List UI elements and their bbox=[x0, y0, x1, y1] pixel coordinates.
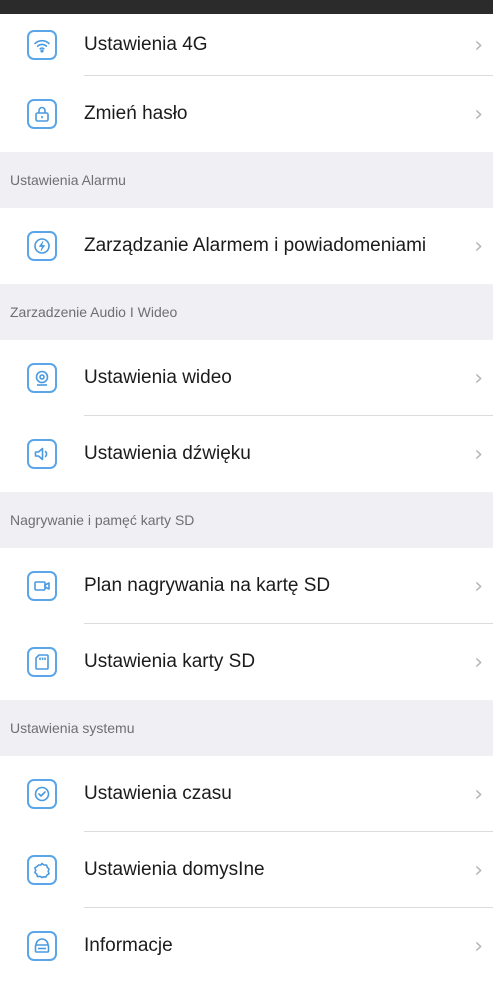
settings-item-sd-recording-plan[interactable]: Plan nagrywania na kartę SD › bbox=[0, 548, 493, 624]
wifi-icon bbox=[27, 30, 57, 60]
chevron-right-icon: › bbox=[474, 649, 483, 675]
settings-item-sd-card[interactable]: Ustawienia karty SD › bbox=[0, 624, 493, 700]
settings-item-label: Plan nagrywania na kartę SD bbox=[84, 575, 331, 596]
recording-group: Plan nagrywania na kartę SD › Ustawienia… bbox=[0, 548, 493, 700]
settings-item-label: Zmień hasło bbox=[84, 103, 188, 124]
chevron-right-icon: › bbox=[474, 101, 483, 127]
chevron-right-icon: › bbox=[474, 32, 483, 58]
camera-icon bbox=[27, 363, 57, 393]
clock-check-icon bbox=[27, 779, 57, 809]
audio-video-group: Ustawienia wideo › Ustawienia dźwięku › bbox=[0, 340, 493, 492]
settings-item-sound[interactable]: Ustawienia dźwięku › bbox=[0, 416, 493, 492]
video-recorder-icon bbox=[27, 571, 57, 601]
chevron-right-icon: › bbox=[474, 857, 483, 883]
alarm-group: Zarządzanie Alarmem i powiadomeniami › bbox=[0, 208, 493, 284]
chevron-right-icon: › bbox=[474, 441, 483, 467]
settings-item-alarm-management[interactable]: Zarządzanie Alarmem i powiadomeniami › bbox=[0, 208, 493, 284]
settings-item-label: Ustawienia wideo bbox=[84, 367, 232, 388]
status-bar bbox=[0, 0, 493, 14]
network-group: Ustawienia 4G › Zmień hasło › bbox=[0, 14, 493, 152]
settings-item-time[interactable]: Ustawienia czasu › bbox=[0, 756, 493, 832]
info-device-icon bbox=[27, 931, 57, 961]
settings-item-label: Ustawienia domysIne bbox=[84, 859, 265, 880]
settings-item-4g[interactable]: Ustawienia 4G › bbox=[0, 14, 493, 76]
speaker-icon bbox=[27, 439, 57, 469]
chevron-right-icon: › bbox=[474, 233, 483, 259]
alarm-icon bbox=[27, 231, 57, 261]
reset-icon bbox=[27, 855, 57, 885]
settings-item-label: Informacje bbox=[84, 935, 173, 956]
settings-item-label: Ustawienia 4G bbox=[84, 34, 208, 55]
settings-item-defaults[interactable]: Ustawienia domysIne › bbox=[0, 832, 493, 908]
section-header-recording: Nagrywanie i pamęć karty SD bbox=[10, 512, 195, 528]
settings-item-info[interactable]: Informacje › bbox=[0, 908, 493, 984]
chevron-right-icon: › bbox=[474, 573, 483, 599]
chevron-right-icon: › bbox=[474, 365, 483, 391]
chevron-right-icon: › bbox=[474, 781, 483, 807]
settings-item-label: Ustawienia dźwięku bbox=[84, 443, 251, 464]
settings-item-label: Ustawienia karty SD bbox=[84, 651, 256, 672]
settings-item-label: Zarządzanie Alarmem i powiadomeniami bbox=[84, 235, 427, 256]
section-header-system: Ustawienia systemu bbox=[10, 720, 135, 736]
system-group: Ustawienia czasu › Ustawienia domysIne ›… bbox=[0, 756, 493, 984]
chevron-right-icon: › bbox=[474, 933, 483, 959]
settings-item-video[interactable]: Ustawienia wideo › bbox=[0, 340, 493, 416]
section-header-audio-video: Zarzadzenie Audio I Wideo bbox=[10, 304, 178, 320]
lock-icon bbox=[27, 99, 57, 129]
settings-item-change-password[interactable]: Zmień hasło › bbox=[0, 76, 493, 152]
settings-item-label: Ustawienia czasu bbox=[84, 783, 232, 804]
sd-card-icon bbox=[27, 647, 57, 677]
section-header-alarm: Ustawienia Alarmu bbox=[10, 172, 126, 188]
